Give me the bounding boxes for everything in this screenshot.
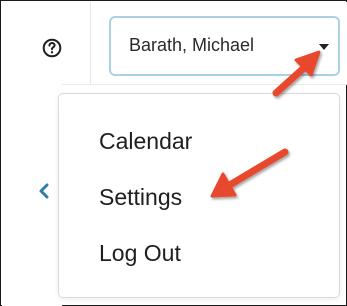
user-menu-button[interactable]: Barath, Michael [109, 16, 340, 76]
topbar-divider [90, 2, 91, 84]
menu-item-label: Calendar [99, 128, 193, 154]
user-dropdown-menu: Calendar Settings Log Out [58, 93, 340, 298]
left-panel [2, 84, 62, 306]
menu-item-label: Settings [99, 184, 183, 210]
menu-item-log-out[interactable]: Log Out [59, 231, 339, 275]
menu-item-settings[interactable]: Settings [59, 175, 339, 219]
chevron-left-icon [39, 183, 49, 199]
user-name-label: Barath, Michael [129, 35, 255, 55]
caret-down-icon [319, 44, 329, 50]
menu-item-calendar[interactable]: Calendar [59, 119, 339, 163]
help-button[interactable] [42, 38, 62, 58]
question-circle-icon [42, 38, 62, 58]
collapse-button[interactable] [38, 183, 50, 199]
top-bar: Barath, Michael [2, 2, 347, 85]
menu-item-label: Log Out [99, 240, 181, 266]
